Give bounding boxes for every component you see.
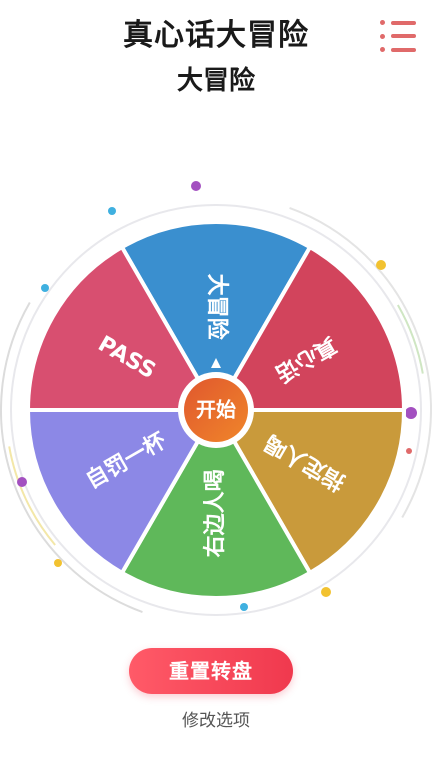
start-button-label: 开始 <box>196 398 236 422</box>
wheel-container: 大冒险 真心话 指定人喝 右边人喝 自罚一杯 PASS 开始 <box>0 170 432 640</box>
list-menu-icon <box>380 20 416 25</box>
edit-options-link[interactable]: 修改选项 <box>0 706 432 731</box>
decor-dot <box>376 260 386 270</box>
wheel-segment-label: 右边人喝 <box>203 469 228 557</box>
decor-dot <box>321 587 331 597</box>
decor-dot <box>54 559 62 567</box>
decor-dot <box>405 407 417 419</box>
decor-dot <box>191 181 201 191</box>
result-label: 大冒险 <box>176 66 255 96</box>
wheel-segment-label: 大冒险 <box>204 274 230 341</box>
decor-dot <box>240 603 248 611</box>
decor-dot <box>41 284 49 292</box>
decor-dot <box>406 448 412 454</box>
decor-dot <box>17 477 27 487</box>
reset-wheel-button[interactable]: 重置转盘 <box>129 648 293 694</box>
wheel[interactable]: 大冒险真心话指定人喝右边人喝自罚一杯PASS开始 <box>0 170 432 640</box>
start-button[interactable]: 开始 <box>184 378 248 442</box>
menu-button[interactable] <box>380 20 416 52</box>
page-title: 真心话大冒险 <box>123 18 309 53</box>
decor-dot <box>108 207 116 215</box>
